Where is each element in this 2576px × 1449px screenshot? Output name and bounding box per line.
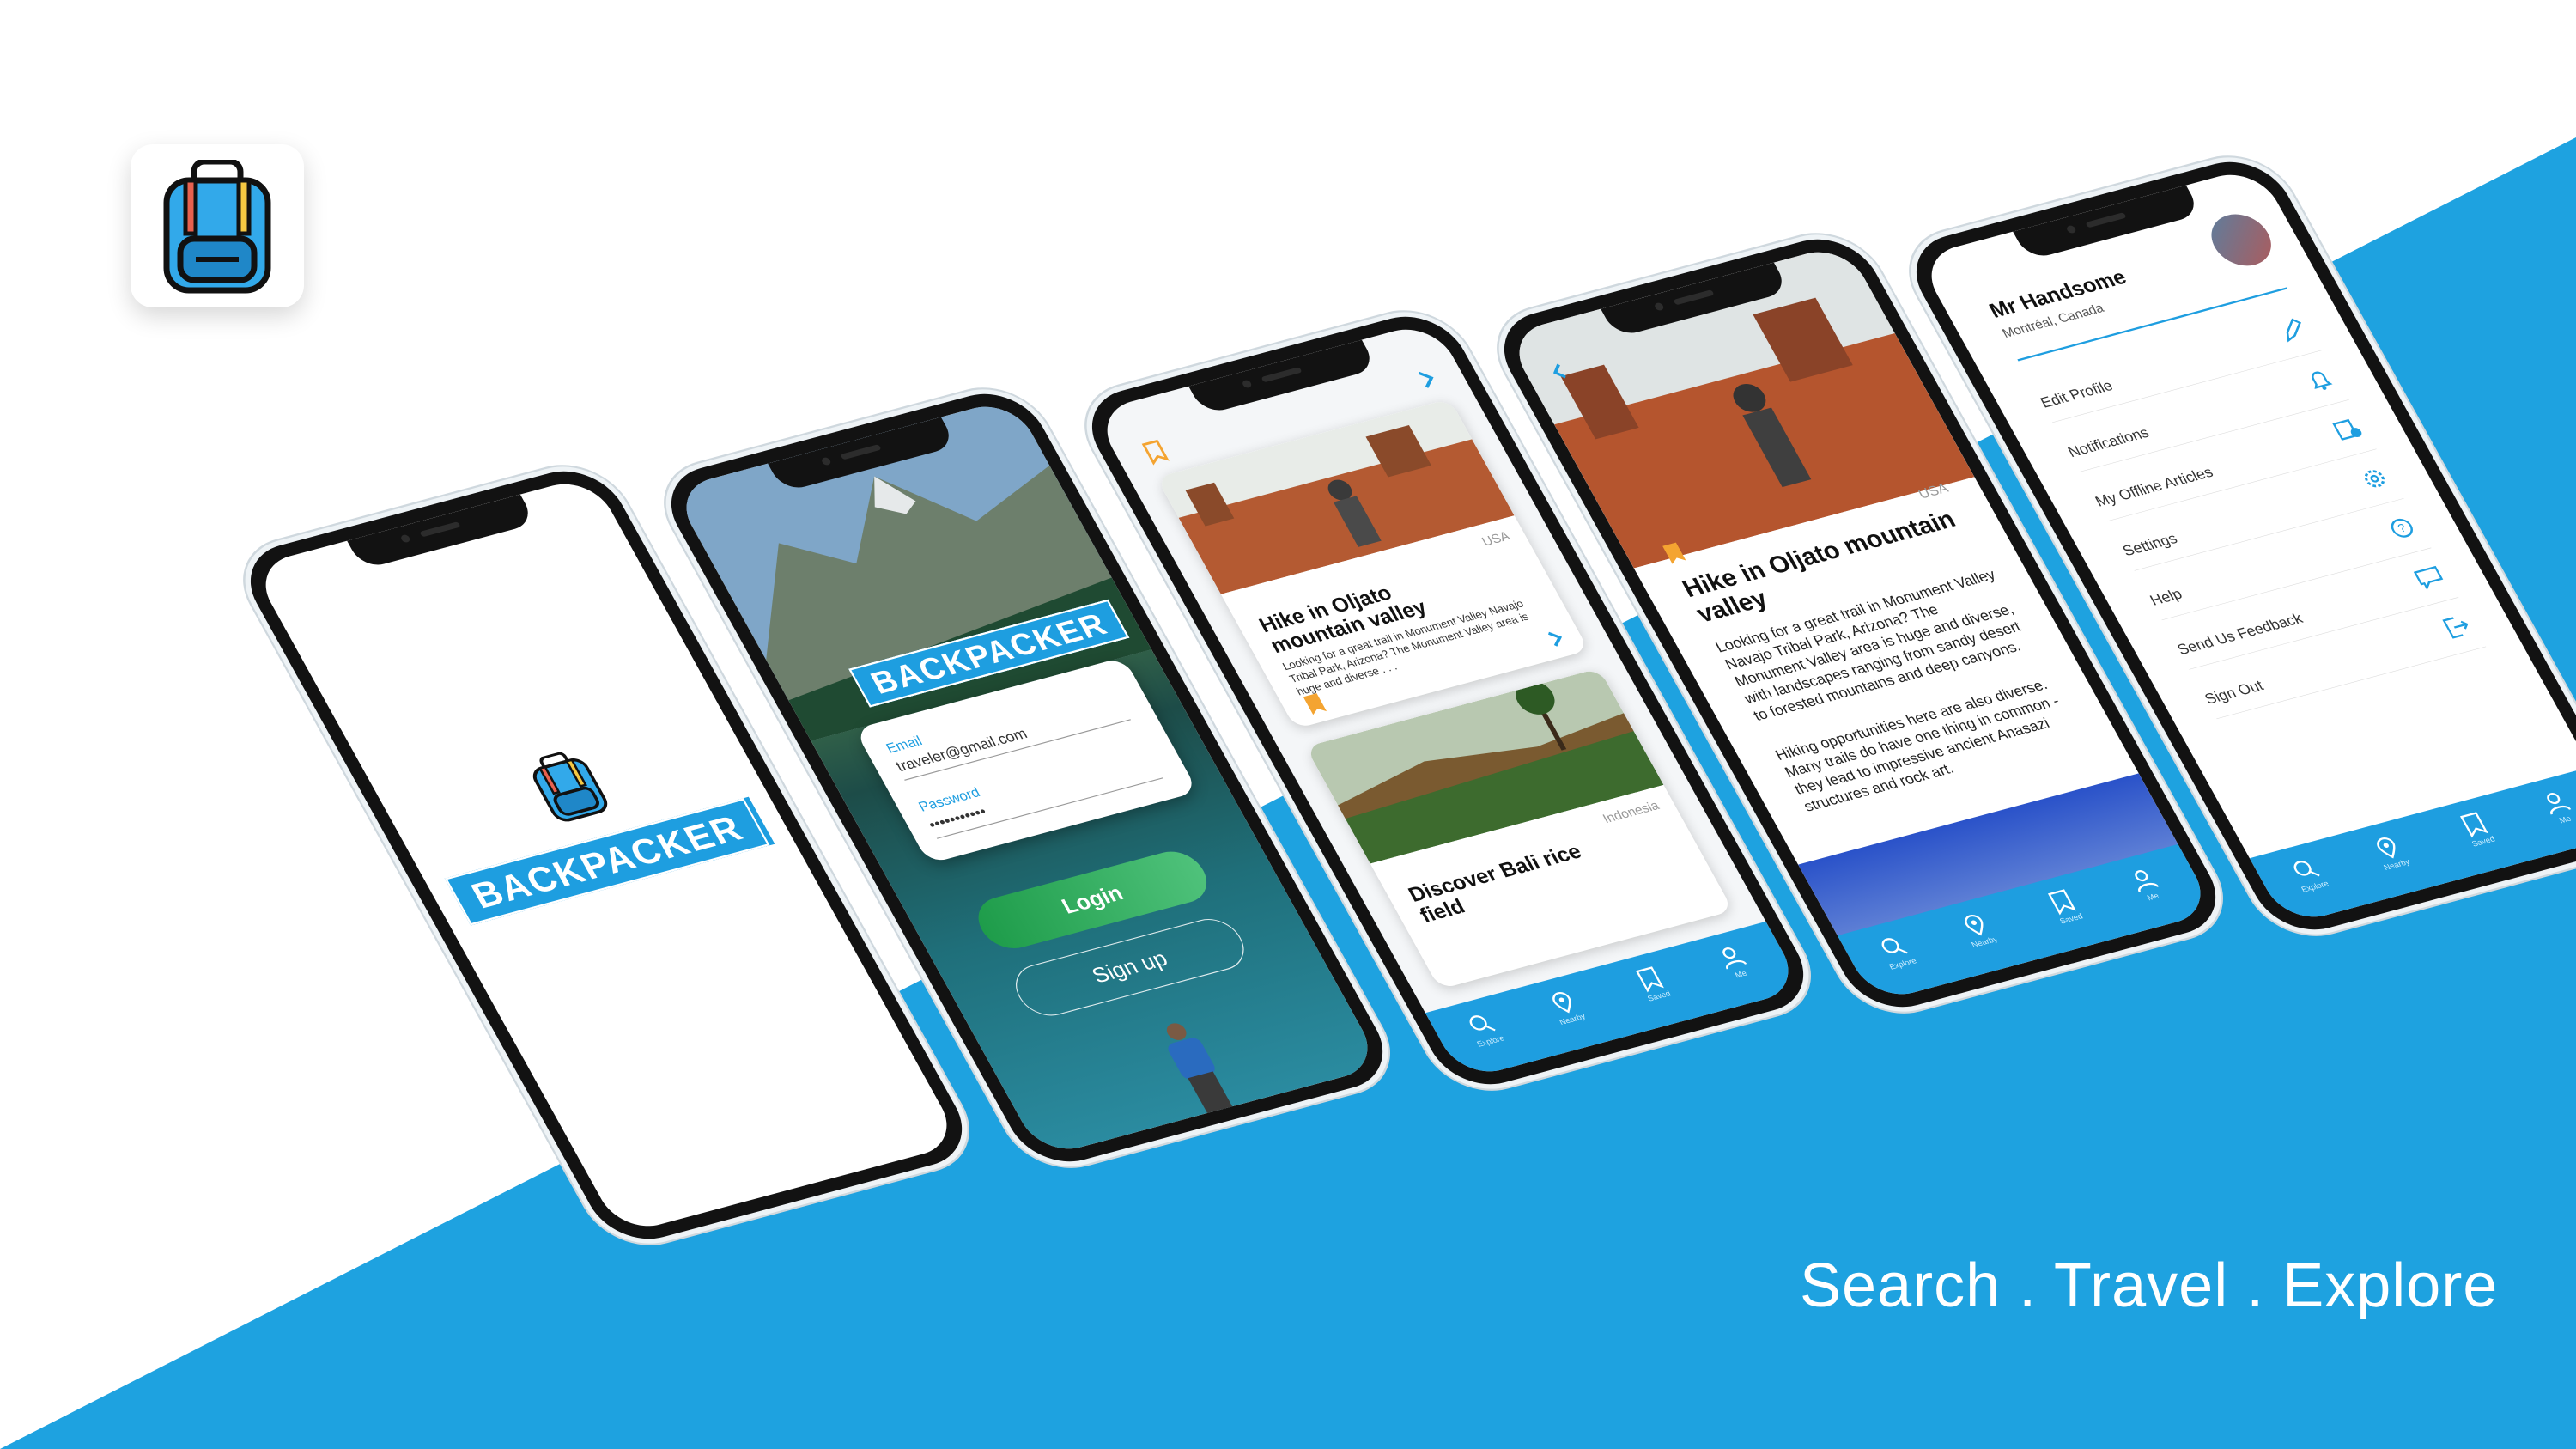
tab-explore[interactable]: Explore [1858,928,1941,988]
app-icon [131,144,304,307]
bookmark-icon [1635,966,1664,993]
feedback-icon [2413,565,2444,591]
backpack-icon [532,752,608,822]
bookmark-icon [1141,439,1170,466]
tab-nearby[interactable]: Nearby [1528,983,1610,1044]
tab-nearby[interactable]: Nearby [2352,829,2434,889]
help-icon: ? [2391,518,2413,538]
menu-label: Settings [2119,530,2181,560]
tab-saved[interactable]: Saved [2026,883,2109,943]
user-icon [2547,793,2572,815]
offline-articles-icon [2332,418,2362,441]
sign-out-icon [2442,617,2469,639]
bell-icon [2312,371,2333,390]
search-icon [1881,938,1908,954]
svg-text:?: ? [2396,521,2409,534]
bookmark-icon[interactable] [1300,691,1331,717]
menu-label: Help [2147,586,2185,609]
tab-nearby[interactable]: Nearby [1940,906,2022,966]
search-icon [2293,861,2320,877]
tab-me[interactable]: Me [2109,861,2191,921]
tab-explore[interactable]: Explore [2270,850,2353,910]
tab-me[interactable]: Me [1697,938,1779,998]
search-icon [1469,1015,1496,1032]
backpacker-wordmark: BACKPACKER [444,796,775,926]
user-icon [2135,870,2160,892]
edit-icon [2286,318,2301,343]
gear-icon [2364,470,2385,488]
map-pin-icon [1965,914,1984,936]
map-pin-icon [1552,991,1571,1014]
card-country: USA [1479,528,1513,549]
tab-me[interactable]: Me [2521,783,2576,843]
bookmark-icon [2459,812,2488,838]
tagline: Search . Travel . Explore [1800,1251,2499,1320]
bookmark-icon [2047,889,2076,916]
chevron-right-icon[interactable] [1543,627,1570,649]
tab-saved[interactable]: Saved [2439,806,2521,866]
card-country: Indonesia [1600,797,1662,826]
presentation-stage: BACKPACKER BACKPACKER Email traveler@gma [0,0,2576,1449]
map-pin-icon [2377,837,2396,859]
splash-logo: BACKPACKER [380,709,793,930]
tab-saved[interactable]: Saved [1614,960,1697,1020]
user-icon [1722,947,1747,970]
tab-explore[interactable]: Explore [1446,1005,1528,1065]
menu-label: Sign Out [2202,677,2267,708]
backpack-icon [163,160,271,294]
menu-label: Edit Profile [2038,377,2116,411]
avatar[interactable] [2201,208,2281,272]
